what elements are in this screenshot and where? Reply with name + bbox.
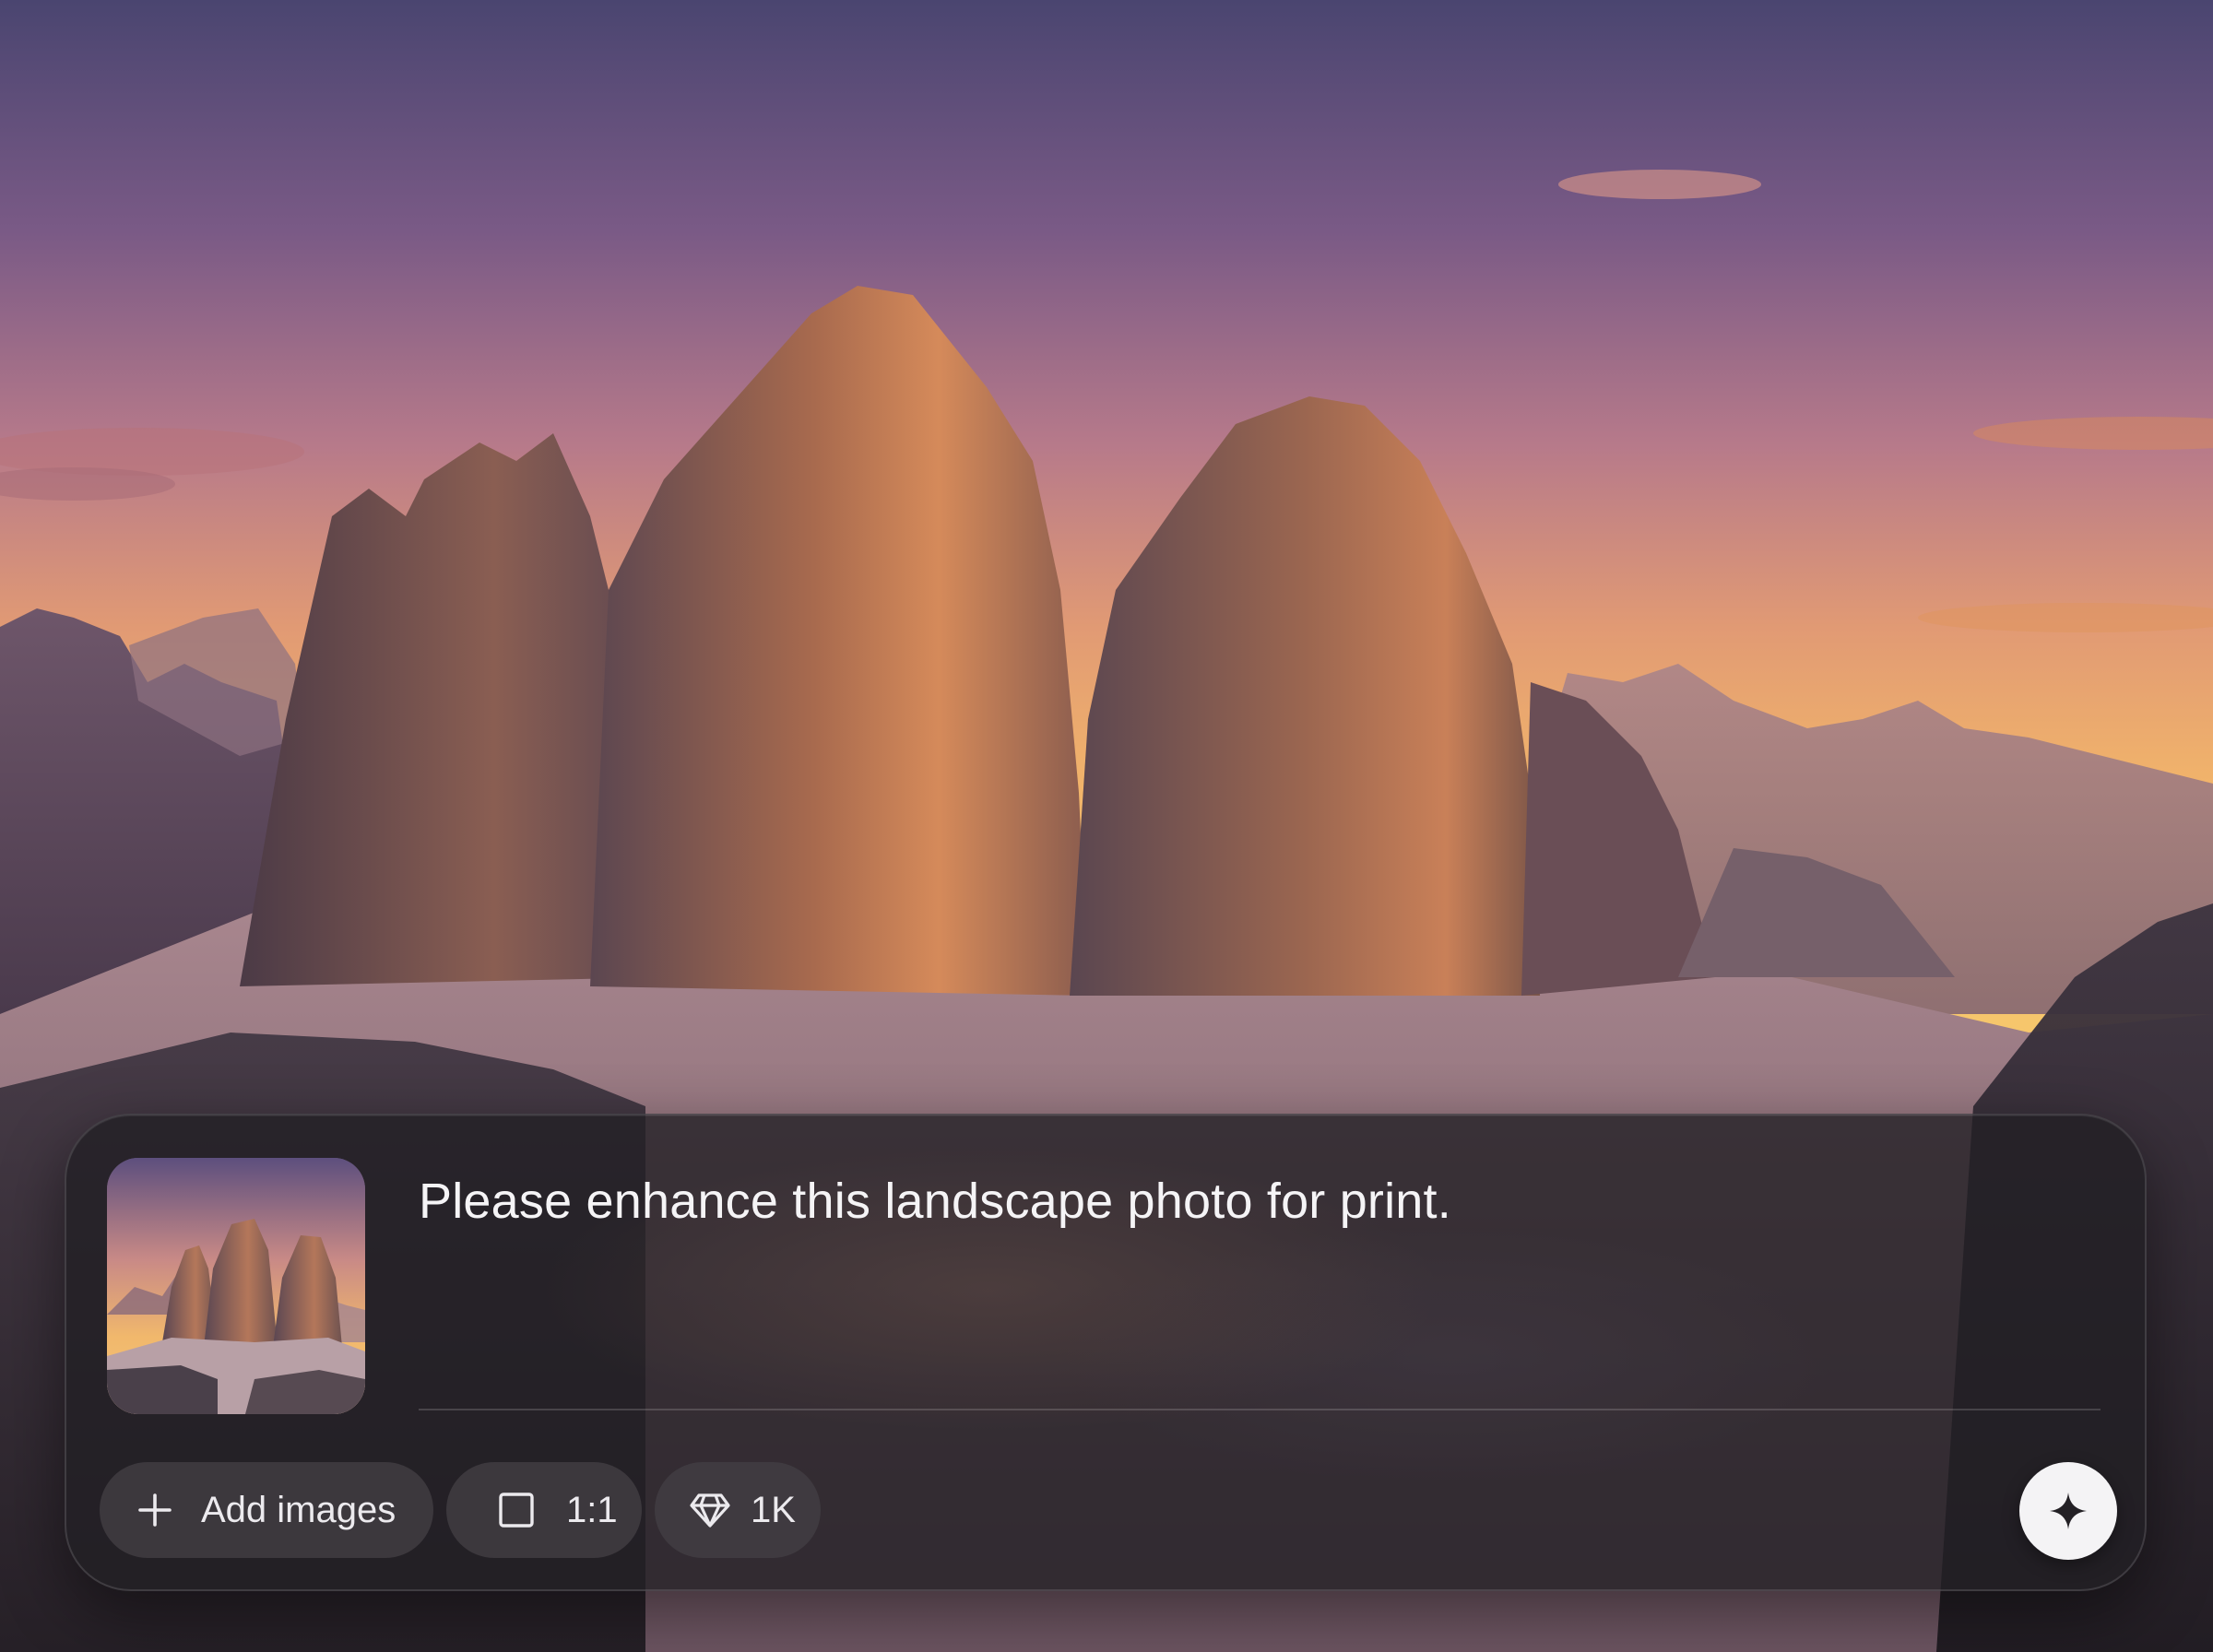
add-images-button[interactable]: Add images xyxy=(100,1462,433,1558)
plus-icon xyxy=(135,1490,175,1530)
diamond-icon xyxy=(688,1490,732,1530)
aspect-ratio-label: 1:1 xyxy=(566,1489,618,1530)
composer-divider xyxy=(419,1409,2101,1410)
send-button[interactable] xyxy=(2019,1462,2117,1560)
image-thumbnail-icon xyxy=(107,1158,365,1414)
resolution-button[interactable]: 1K xyxy=(655,1462,821,1558)
aspect-ratio-button[interactable]: 1:1 xyxy=(446,1462,642,1558)
attached-image-thumbnail[interactable] xyxy=(107,1158,365,1414)
square-icon xyxy=(496,1490,537,1530)
add-images-label: Add images xyxy=(201,1489,396,1530)
prompt-composer: Please enhance this landscape photo for … xyxy=(65,1114,2147,1591)
sparkle-icon xyxy=(2048,1491,2089,1531)
prompt-input[interactable]: Please enhance this landscape photo for … xyxy=(419,1169,2078,1233)
resolution-label: 1K xyxy=(751,1489,796,1530)
